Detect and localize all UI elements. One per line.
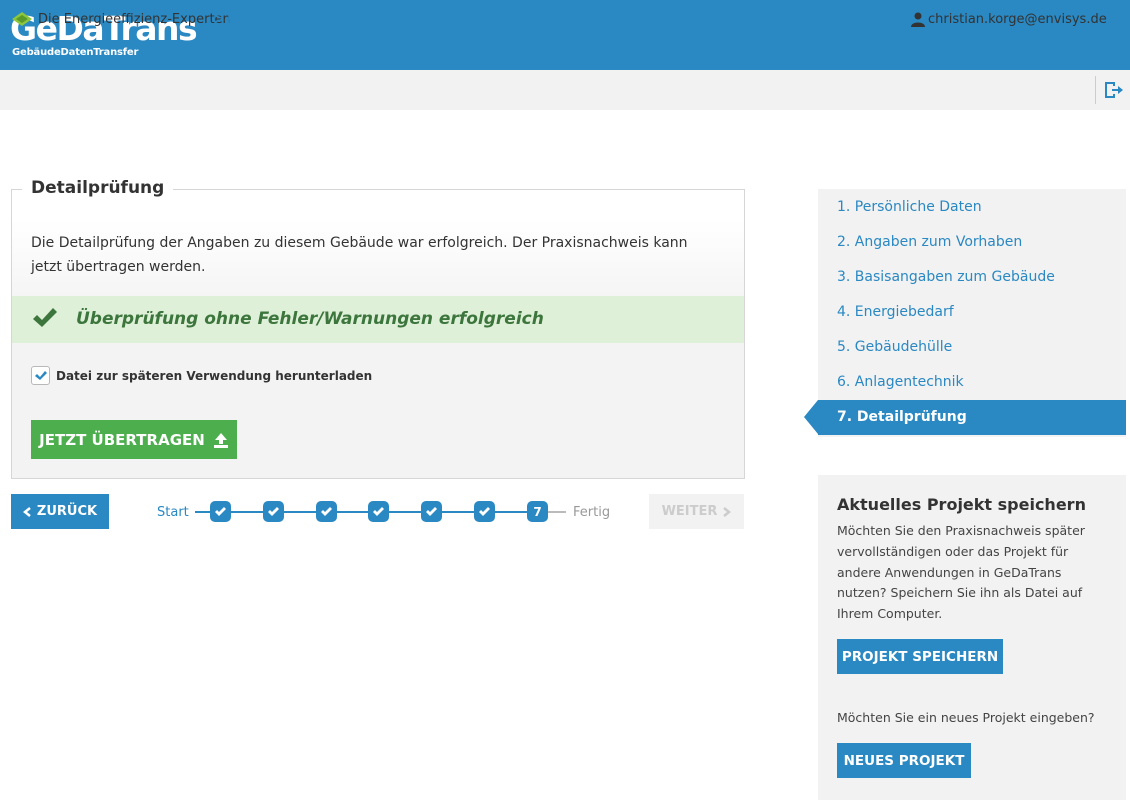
- breadcrumb-bar: [0, 70, 1130, 110]
- step-check-icon: [479, 507, 490, 516]
- sidebar-item-building-basics[interactable]: 3. Basisangaben zum Gebäude: [837, 269, 1055, 285]
- step-check-icon: [215, 507, 226, 516]
- upload-icon: [213, 432, 228, 448]
- save-project-title: Aktuelles Projekt speichern: [837, 495, 1086, 514]
- checkmark-icon: [33, 308, 57, 327]
- progress-step-5[interactable]: [421, 501, 442, 522]
- breadcrumb-current[interactable]: PRAXISNACHWEIS WOHNGEBÄUDE: [227, 12, 454, 27]
- sidebar-item-building-envelope[interactable]: 5. Gebäudehülle: [837, 339, 952, 355]
- progress-end-label: Fertig: [573, 505, 611, 520]
- user-icon: [911, 12, 925, 27]
- back-button[interactable]: ZURÜCK: [11, 494, 109, 529]
- breadcrumb-separator-icon: >: [214, 12, 225, 27]
- progress-start-label: Start: [157, 505, 189, 520]
- progress-step-1[interactable]: [210, 501, 231, 522]
- page-title: Detailprüfung: [22, 178, 174, 198]
- logo-subtitle: GebäudeDatenTransfer: [12, 47, 139, 58]
- logout-icon[interactable]: [1103, 80, 1123, 100]
- sidebar-item-detail-check-label: 7. Detailprüfung: [837, 409, 967, 425]
- transfer-now-button[interactable]: JETZT ÜBERTRAGEN: [31, 420, 237, 459]
- next-button[interactable]: WEITER: [649, 494, 744, 529]
- download-file-checkbox[interactable]: [31, 366, 50, 385]
- user-email[interactable]: christian.korge@envisys.de: [928, 12, 1107, 27]
- sidebar-item-personal-data[interactable]: 1. Persönliche Daten: [837, 199, 982, 215]
- progress-step-6[interactable]: [474, 501, 495, 522]
- save-project-description: Möchten Sie den Praxisnachweis später ve…: [837, 523, 1085, 622]
- chevron-right-icon: [723, 506, 732, 517]
- step-check-icon: [321, 507, 332, 516]
- step-check-icon: [426, 507, 437, 516]
- progress-line-remaining: [548, 511, 566, 513]
- save-project-button[interactable]: PROJEKT SPEICHERN: [837, 639, 1003, 674]
- step-check-icon: [268, 507, 279, 516]
- chevron-left-icon: [22, 506, 31, 517]
- new-project-button[interactable]: NEUES PROJEKT: [837, 743, 971, 778]
- progress-step-4[interactable]: [368, 501, 389, 522]
- home-logo-icon[interactable]: [11, 11, 33, 27]
- header-divider: [1095, 76, 1096, 104]
- progress-step-current[interactable]: 7: [527, 501, 548, 522]
- progress-step-3[interactable]: [316, 501, 337, 522]
- step-check-icon: [373, 507, 384, 516]
- back-button-label: ZURÜCK: [36, 504, 98, 519]
- new-project-question: Möchten Sie ein neues Projekt eingeben?: [837, 710, 1095, 725]
- success-message: Überprüfung ohne Fehler/Warnungen erfolg…: [76, 309, 544, 329]
- breadcrumb-home-link[interactable]: Die Energieeffizienz-Experten: [38, 12, 231, 27]
- download-file-label[interactable]: Datei zur späteren Verwendung herunterla…: [56, 369, 372, 383]
- active-item-arrow: [804, 400, 818, 434]
- next-button-label: WEITER: [661, 504, 718, 519]
- sidebar-item-energy-demand[interactable]: 4. Energiebedarf: [837, 304, 954, 320]
- progress-step-2[interactable]: [263, 501, 284, 522]
- checkbox-check-icon: [35, 371, 47, 380]
- top-header: GeDaTrans GebäudeDatenTransfer: [0, 0, 1130, 70]
- sidebar-item-project-details[interactable]: 2. Angaben zum Vorhaben: [837, 234, 1022, 250]
- sidebar-item-systems[interactable]: 6. Anlagentechnik: [837, 374, 964, 390]
- transfer-button-label: JETZT ÜBERTRAGEN: [39, 430, 205, 449]
- detail-check-description: Die Detailprüfung der Angaben zu diesem …: [31, 235, 688, 275]
